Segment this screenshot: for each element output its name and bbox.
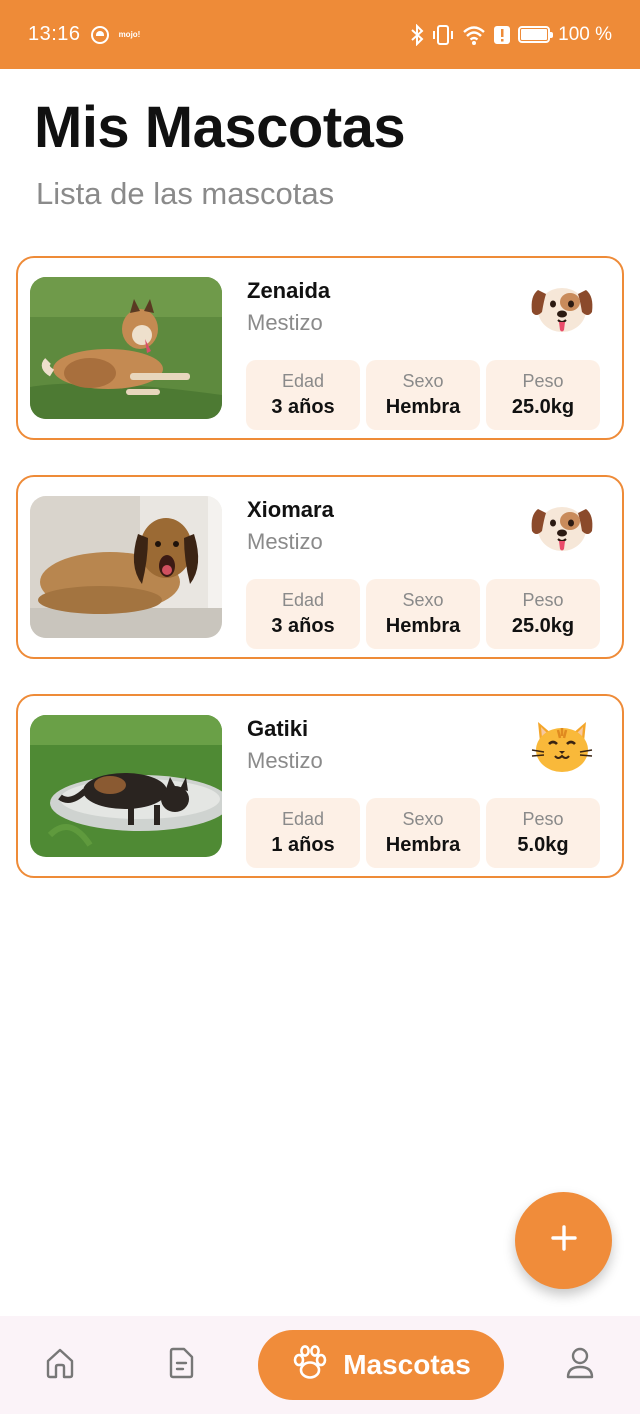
nav-documents[interactable] bbox=[151, 1316, 211, 1414]
pet-stats: Edad 1 años Sexo Hembra Peso 5.0kg bbox=[246, 798, 600, 868]
bluetooth-icon bbox=[410, 23, 424, 46]
stat-value: 25.0kg bbox=[511, 615, 575, 637]
stat-label: Sexo bbox=[402, 371, 444, 391]
page-subtitle: Lista de las mascotas bbox=[36, 176, 335, 211]
pet-name: Gatiki bbox=[247, 716, 309, 741]
stat-value: Hembra bbox=[385, 396, 461, 418]
plus-icon bbox=[550, 1224, 578, 1257]
stat-value: 25.0kg bbox=[511, 396, 575, 418]
status-bar: 13:16 mojo! 100 % bbox=[0, 0, 640, 69]
stat-value: 5.0kg bbox=[517, 834, 569, 856]
status-time: 13:16 bbox=[28, 23, 81, 45]
cat-face-icon bbox=[528, 716, 596, 776]
home-icon bbox=[44, 1346, 76, 1385]
stat-label: Edad bbox=[281, 590, 325, 610]
pet-photo bbox=[30, 277, 222, 419]
vibrate-icon bbox=[432, 24, 454, 46]
status-left: 13:16 mojo! bbox=[28, 23, 140, 46]
paw-icon bbox=[291, 1344, 329, 1386]
page-title: Mis Mascotas bbox=[34, 95, 406, 160]
profile-icon bbox=[565, 1346, 595, 1385]
pet-card[interactable]: Xiomara Mestizo Edad 3 años Sexo Hembra … bbox=[16, 475, 624, 659]
stat-age: Edad 3 años bbox=[246, 579, 360, 649]
pet-card[interactable]: Zenaida Mestizo Edad 3 años Sexo Hembra … bbox=[16, 256, 624, 440]
pet-breed: Mestizo bbox=[247, 529, 323, 554]
stat-value: 1 años bbox=[271, 834, 335, 856]
document-icon bbox=[167, 1347, 195, 1384]
battery-text: 100 % bbox=[558, 23, 612, 45]
battery-icon bbox=[518, 26, 554, 43]
stat-value: 3 años bbox=[271, 396, 335, 418]
dog-face-icon bbox=[528, 278, 596, 338]
add-pet-button[interactable] bbox=[515, 1192, 612, 1289]
pet-photo bbox=[30, 496, 222, 638]
status-right: 100 % bbox=[410, 23, 612, 46]
wifi-icon bbox=[462, 24, 486, 46]
stat-label: Peso bbox=[522, 371, 564, 391]
nav-pets-label: Mascotas bbox=[343, 1349, 471, 1380]
pet-stats: Edad 3 años Sexo Hembra Peso 25.0kg bbox=[246, 579, 600, 649]
alert-icon bbox=[494, 25, 511, 45]
stat-label: Peso bbox=[522, 590, 564, 610]
pet-stats: Edad 3 años Sexo Hembra Peso 25.0kg bbox=[246, 360, 600, 430]
stat-label: Edad bbox=[281, 371, 325, 391]
stat-weight: Peso 25.0kg bbox=[486, 360, 600, 430]
stat-age: Edad 3 años bbox=[246, 360, 360, 430]
nav-pets[interactable]: Mascotas bbox=[258, 1330, 504, 1400]
pet-name: Zenaida bbox=[247, 278, 331, 303]
stat-value: Hembra bbox=[385, 615, 461, 637]
app-notification-icon bbox=[90, 25, 109, 44]
bottom-nav: Mascotas bbox=[0, 1316, 640, 1414]
stat-sex: Sexo Hembra bbox=[366, 579, 480, 649]
stat-age: Edad 1 años bbox=[246, 798, 360, 868]
stat-value: 3 años bbox=[271, 615, 335, 637]
stat-label: Peso bbox=[522, 809, 564, 829]
stat-sex: Sexo Hembra bbox=[366, 798, 480, 868]
stat-label: Sexo bbox=[402, 809, 444, 829]
nav-profile[interactable] bbox=[550, 1316, 610, 1414]
dog-face-icon bbox=[528, 497, 596, 557]
pet-photo bbox=[30, 715, 222, 857]
stat-sex: Sexo Hembra bbox=[366, 360, 480, 430]
pet-card[interactable]: Gatiki Mestizo Edad 1 años Sexo Hembra P… bbox=[16, 694, 624, 878]
stat-weight: Peso 25.0kg bbox=[486, 579, 600, 649]
pet-breed: Mestizo bbox=[247, 310, 323, 335]
stat-value: Hembra bbox=[385, 834, 461, 856]
stat-label: Sexo bbox=[402, 590, 444, 610]
pet-breed: Mestizo bbox=[247, 748, 323, 773]
stat-label: Edad bbox=[281, 809, 325, 829]
stat-weight: Peso 5.0kg bbox=[486, 798, 600, 868]
status-small-text: mojo! bbox=[118, 30, 141, 39]
nav-home[interactable] bbox=[30, 1316, 90, 1414]
pet-name: Xiomara bbox=[247, 497, 334, 522]
